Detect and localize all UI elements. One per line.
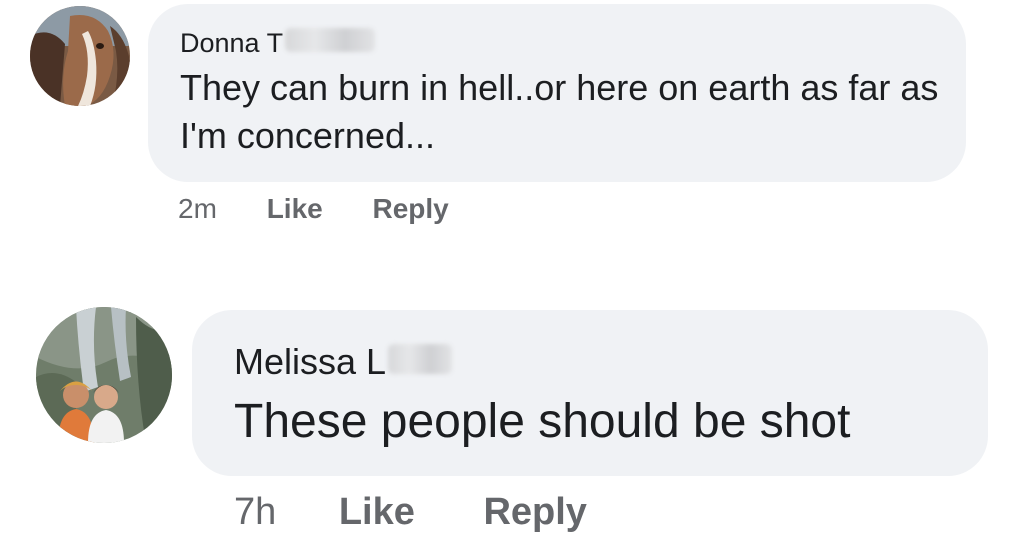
comment-actions: 7h Like Reply [234, 488, 587, 536]
like-button[interactable]: Like [267, 192, 323, 226]
comment-author[interactable]: Melissa L [234, 340, 988, 384]
people-waterfall-avatar-icon [36, 307, 172, 443]
author-name[interactable]: Donna T [180, 28, 283, 58]
like-button[interactable]: Like [339, 488, 415, 536]
author-name[interactable]: Melissa L [234, 341, 386, 382]
comment-bubble: Donna T They can burn in hell..or here o… [148, 4, 966, 182]
redacted-surname [285, 28, 376, 52]
avatar[interactable] [30, 6, 130, 106]
avatar[interactable] [36, 307, 172, 443]
horse-avatar-icon [30, 6, 130, 106]
comment-text: They can burn in hell..or here on earth … [180, 67, 939, 156]
comment-text: These people should be shot [234, 395, 851, 448]
comment-author[interactable]: Donna T [180, 26, 966, 60]
reply-button[interactable]: Reply [373, 192, 449, 226]
comment-timestamp[interactable]: 7h [234, 488, 276, 536]
comment-bubble: Melissa L These people should be shot [192, 310, 988, 476]
reply-button[interactable]: Reply [483, 488, 586, 536]
redacted-surname [388, 344, 453, 374]
comment-timestamp[interactable]: 2m [178, 192, 217, 226]
comment-actions: 2m Like Reply [178, 192, 449, 226]
